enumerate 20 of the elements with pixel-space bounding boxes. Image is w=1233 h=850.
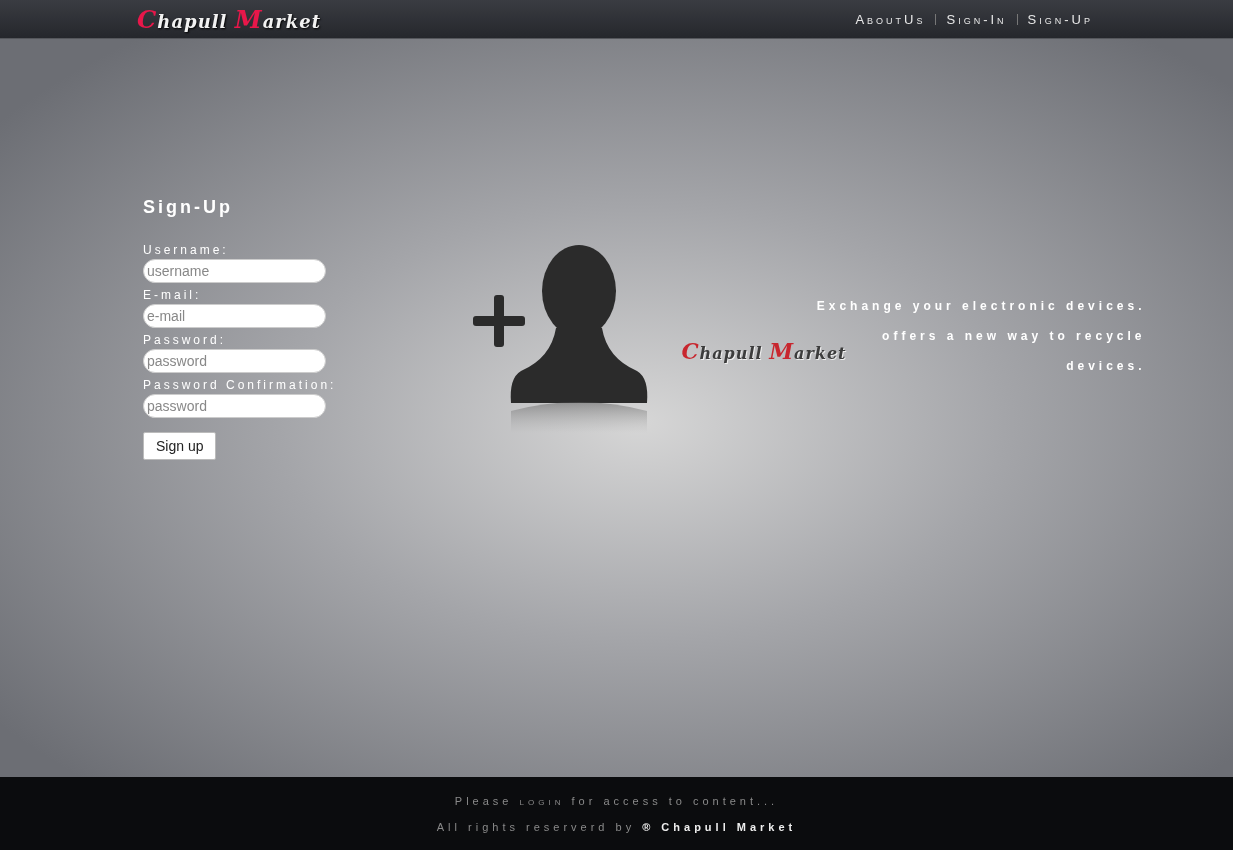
promo-text: offers a new way to recycle devices. xyxy=(881,328,1146,375)
input-field[interactable]: e-mail xyxy=(143,304,326,328)
input-field[interactable]: password xyxy=(143,394,326,418)
input-field[interactable]: username xyxy=(143,259,326,283)
nav-link[interactable]: AboutUs xyxy=(855,11,926,27)
field-label: Password Confirmation: xyxy=(143,377,337,394)
field-label: E-mail: xyxy=(143,287,203,304)
input-field[interactable]: password xyxy=(143,349,326,373)
copyright-text: All rights reserverd by ® Chapull Market xyxy=(436,820,797,833)
form-title: Sign-Up xyxy=(143,197,234,218)
site-logo: Chapull Market xyxy=(137,4,322,34)
promo-headline: Exchange your electronic devices. xyxy=(816,298,1146,315)
brand-logo: Chapull Market xyxy=(681,338,847,364)
field-label: Username: xyxy=(143,242,230,259)
nav-link[interactable]: Sign-Up xyxy=(1027,11,1093,27)
login-link[interactable]: login xyxy=(519,794,565,807)
field-label: Password: xyxy=(143,332,228,349)
sign-up-button[interactable]: Sign up xyxy=(143,432,217,460)
nav-link[interactable]: Sign-In xyxy=(946,11,1007,27)
login-notice: Please login for access to content... xyxy=(454,794,779,807)
